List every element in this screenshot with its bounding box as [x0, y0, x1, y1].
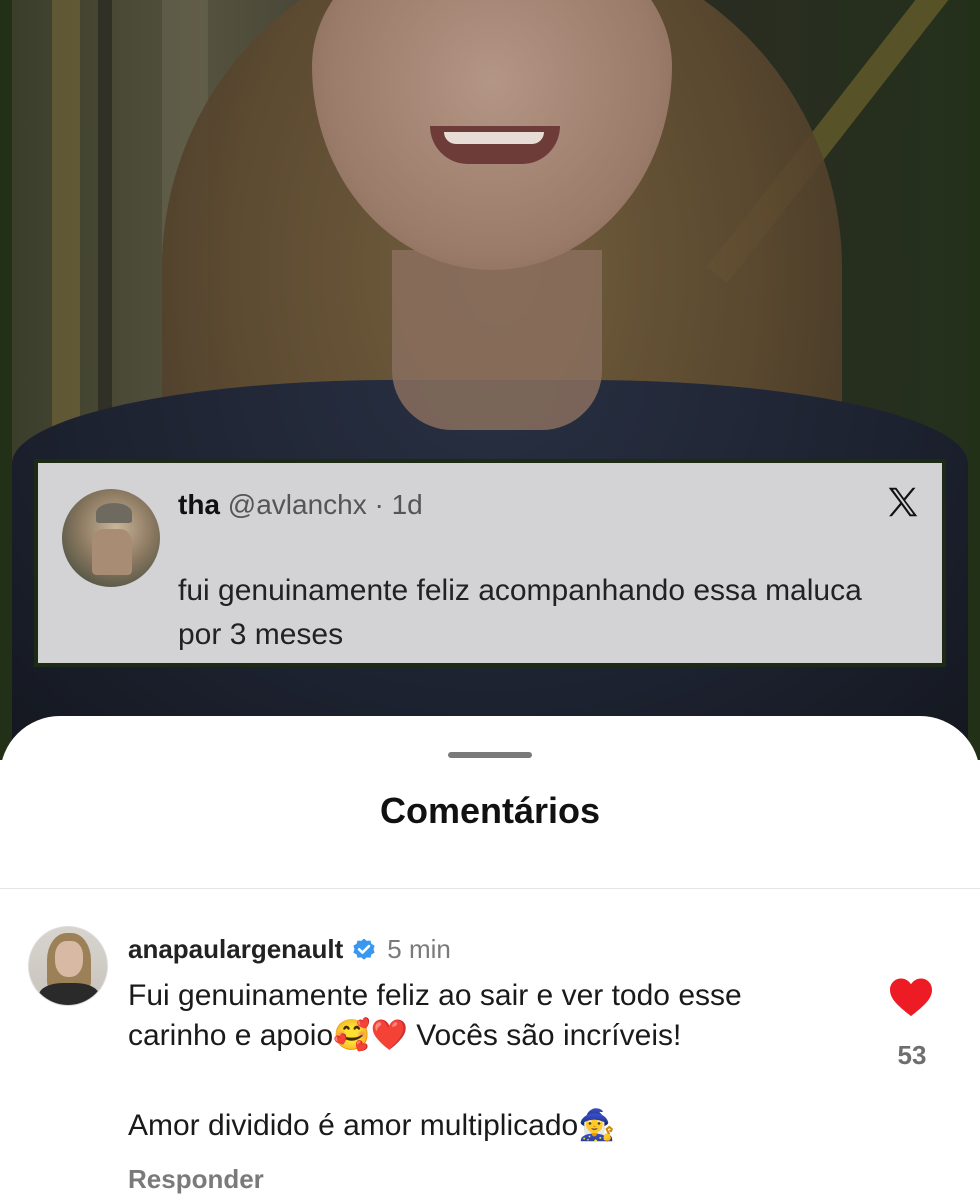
embedded-tweet-card[interactable]: tha @avlanchx · 1d fui genuinamente feli… — [34, 459, 946, 667]
commenter-username[interactable]: anapaulargenault — [128, 934, 343, 965]
x-logo-icon — [888, 487, 918, 517]
tweet-separator: · — [366, 489, 392, 520]
comments-sheet: Comentários anapaulargenault 5 min Fui g… — [0, 716, 980, 1200]
tweet-handle-text: @avlanchx — [227, 489, 367, 520]
reply-button[interactable]: Responder — [128, 1164, 264, 1195]
comment-time: 5 min — [387, 934, 451, 964]
tweet-age: 1d — [391, 489, 423, 520]
like-count: 53 — [897, 1040, 927, 1070]
verified-badge-icon — [353, 938, 375, 960]
photo-smile — [430, 126, 560, 164]
tweet-text: fui genuinamente feliz acompanhando essa… — [178, 574, 862, 651]
tweet-author-handle: @avlanchx · 1d — [228, 489, 423, 520]
tweet-avatar — [62, 489, 160, 587]
comment-text: Fui genuinamente feliz ao sair e ver tod… — [128, 979, 742, 1052]
photo-neck — [392, 250, 602, 430]
sheet-title: Comentários — [379, 790, 601, 831]
comment-item: anapaulargenault 5 min Fui genuinamente … — [0, 888, 980, 1200]
avatar-body — [39, 983, 99, 1005]
commenter-avatar[interactable] — [28, 926, 108, 1006]
heart-like-icon[interactable] — [888, 976, 934, 1018]
comment-text-second-line: Amor dividido é amor multiplicado🧙‍♀️ — [128, 1109, 616, 1142]
avatar-face — [55, 941, 83, 977]
tweet-author-name: tha — [178, 489, 220, 520]
background-photo: tha @avlanchx · 1d fui genuinamente feli… — [0, 0, 980, 760]
sheet-grabber-handle[interactable] — [448, 752, 532, 758]
tweet-header: tha @avlanchx · 1d — [178, 489, 423, 521]
comment-meta: anapaulargenault 5 min — [128, 934, 451, 965]
